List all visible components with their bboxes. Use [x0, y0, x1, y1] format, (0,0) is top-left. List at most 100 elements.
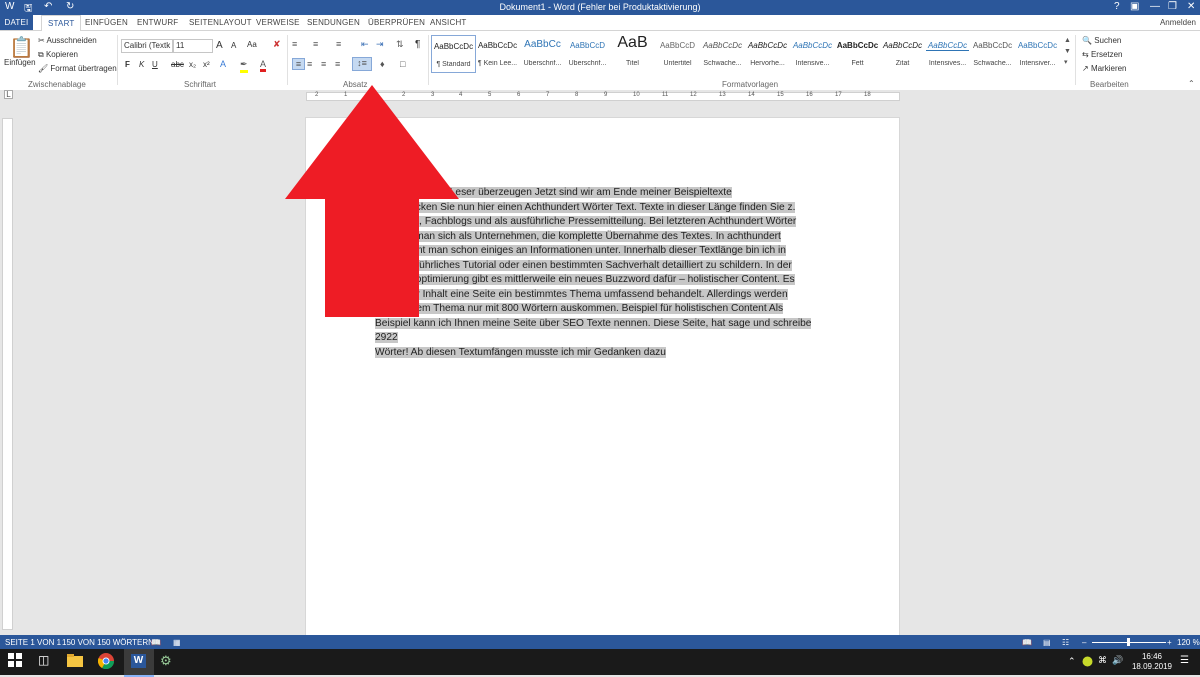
read-mode-icon[interactable]: 📖 [1022, 638, 1032, 647]
underline-button[interactable]: U [152, 60, 158, 69]
subscript-button[interactable]: x₂ [189, 60, 196, 69]
change-case-button[interactable]: Aa [247, 40, 257, 49]
style-preview: AaBbCcDc [972, 41, 1013, 50]
chrome-icon[interactable] [97, 653, 116, 671]
styles-scroll-icon[interactable]: ▲ ▼ ▾ [1064, 35, 1071, 68]
web-layout-icon[interactable]: ☷ [1062, 638, 1069, 647]
style-intense-emphasis[interactable]: AaBbCcDc Intensive... [791, 35, 834, 71]
decrease-indent-icon[interactable]: ⇤ [361, 39, 369, 50]
highlight-icon[interactable]: ✒ [240, 59, 248, 73]
page-count[interactable]: SEITE 1 VON 1 [5, 638, 61, 647]
ribbon-display-icon[interactable]: ▣ [1130, 1, 1139, 12]
font-family-select[interactable]: Calibri (Textk [121, 39, 173, 53]
align-right-icon[interactable]: ≡ [321, 59, 326, 69]
word-count[interactable]: 150 VON 150 WÖRTERN [62, 638, 154, 647]
tab-review[interactable]: ÜBERPRÜFEN [368, 18, 425, 27]
notifications-icon[interactable]: ☰ [1180, 655, 1198, 673]
macro-icon[interactable]: ▦ [173, 638, 181, 647]
style-heading-2[interactable]: AaBbCcD Überschrif... [566, 35, 609, 71]
clear-format-icon[interactable]: ✘ [273, 39, 281, 50]
app-icon[interactable]: ⚙ [160, 653, 178, 671]
line-spacing-icon[interactable]: ↕≡ [352, 57, 372, 71]
text-effects-icon[interactable]: A [220, 59, 226, 69]
close-button[interactable]: ✕ [1187, 1, 1195, 12]
show-marks-button[interactable]: ¶ [415, 39, 420, 50]
tab-insert[interactable]: EINFÜGEN [85, 18, 128, 27]
ruler-mark: 5 [488, 92, 492, 98]
print-layout-icon[interactable]: ▤ [1043, 638, 1051, 647]
tab-layout[interactable]: SEITENLAYOUT [189, 18, 252, 27]
task-view-icon[interactable]: ◫ [38, 653, 56, 671]
style-subtle-emphasis[interactable]: AaBbCcDc Schwache... [701, 35, 744, 71]
select-button[interactable]: ↗ Markieren [1082, 64, 1127, 73]
minimize-button[interactable]: — [1150, 1, 1160, 12]
style-preview: AaBbCcDc [1017, 41, 1058, 50]
style-no-spacing[interactable]: AaBbCcDc ¶ Kein Lee... [476, 35, 519, 71]
help-button[interactable]: ? [1114, 1, 1120, 12]
style-title[interactable]: AaB Titel [611, 34, 654, 71]
paste-icon[interactable]: 📋 [9, 35, 34, 60]
style-subtle-reference[interactable]: AaBbCcDc Schwache... [971, 35, 1014, 71]
style-quote[interactable]: AaBbCcDc Zitat [881, 35, 924, 71]
windows-start-icon[interactable] [8, 653, 26, 671]
font-size-select[interactable]: 11 [173, 39, 213, 53]
taskbar-word-active[interactable]: W [124, 649, 154, 677]
collapse-ribbon-icon[interactable]: ⌃ [1188, 79, 1195, 88]
volume-icon[interactable]: 🔊 [1112, 655, 1130, 673]
zoom-in-icon[interactable]: + [1167, 638, 1172, 647]
tab-selector-icon[interactable]: L [4, 90, 13, 99]
style-intense-reference[interactable]: AaBbCcDc Intensiver... [1016, 35, 1059, 71]
justify-icon[interactable]: ≡ [335, 59, 340, 69]
font-color-icon[interactable]: A [260, 59, 267, 72]
bullets-icon[interactable]: ≡ [292, 39, 297, 49]
superscript-button[interactable]: x² [203, 60, 210, 69]
cut-button[interactable]: ✂ Ausschneiden [38, 36, 97, 45]
sign-in-link[interactable]: Anmelden [1160, 18, 1196, 27]
increase-indent-icon[interactable]: ⇥ [376, 39, 384, 50]
shrink-font-button[interactable]: A [231, 41, 236, 50]
zoom-slider-thumb[interactable] [1127, 638, 1130, 646]
bold-button[interactable]: F [125, 60, 130, 69]
document-line[interactable]: Beispiel kann ich Ihnen meine Seite über… [375, 317, 825, 346]
style-strong[interactable]: AaBbCcDc Fett [836, 35, 879, 71]
ruler-mark: 18 [864, 92, 871, 98]
tab-mailings[interactable]: SENDUNGEN [307, 18, 360, 27]
borders-icon[interactable]: □ [400, 59, 405, 69]
tab-design[interactable]: ENTWURF [137, 18, 178, 27]
style-subtitle[interactable]: AaBbCcD Untertitel [656, 35, 699, 71]
paste-button[interactable]: Einfügen [4, 58, 36, 67]
grow-font-button[interactable]: A [216, 40, 223, 51]
red-arrow-up-icon [285, 85, 459, 317]
tab-view[interactable]: ANSICHT [430, 18, 467, 27]
tab-references[interactable]: VERWEISE [256, 18, 300, 27]
strikethrough-button[interactable]: abc [171, 60, 184, 69]
replace-button[interactable]: ⇆ Ersetzen [1082, 50, 1123, 59]
align-left-icon[interactable]: ≡ [292, 58, 305, 70]
proofing-icon[interactable]: 📖 [151, 638, 161, 647]
style-standard[interactable]: AaBbCcDc ¶ Standard [431, 35, 476, 73]
copy-button[interactable]: ⧉ Kopieren [38, 50, 78, 60]
document-line[interactable]: Wörter! Ab diesen Textumfängen musste ic… [375, 346, 825, 361]
ruler-mark: 10 [633, 92, 640, 98]
replace-label: Ersetzen [1090, 50, 1123, 59]
italic-button[interactable]: K [139, 60, 144, 69]
numbering-icon[interactable]: ≡ [313, 39, 318, 49]
shading-icon[interactable]: ♦ [380, 59, 385, 69]
align-center-icon[interactable]: ≡ [307, 59, 312, 69]
tab-file[interactable]: DATEI [0, 15, 33, 30]
taskbar: ◫ W ⚙ ⌃ ⌘ 🔊 16:46 18.09.2019 ☰ [0, 649, 1200, 677]
tab-start[interactable]: START [41, 15, 82, 32]
format-painter-button[interactable]: 🖌 Format übertragen [38, 64, 117, 73]
zoom-out-icon[interactable]: – [1082, 638, 1086, 647]
multilevel-list-icon[interactable]: ≡ [336, 39, 341, 49]
find-button[interactable]: 🔍 Suchen [1082, 36, 1121, 45]
sort-icon[interactable]: ⇅ [396, 39, 404, 50]
restore-button[interactable]: ❐ [1168, 1, 1177, 12]
zoom-level[interactable]: 120 % [1177, 638, 1200, 647]
style-heading-1[interactable]: AaBbCc Überschrif... [521, 35, 564, 71]
style-intense-quote[interactable]: AaBbCcDc Intensives... [926, 35, 969, 71]
file-explorer-icon[interactable] [67, 653, 85, 671]
system-clock[interactable]: 16:46 18.09.2019 [1132, 652, 1172, 672]
style-emphasis[interactable]: AaBbCcDc Hervorhe... [746, 35, 789, 71]
vertical-ruler[interactable] [2, 118, 13, 630]
